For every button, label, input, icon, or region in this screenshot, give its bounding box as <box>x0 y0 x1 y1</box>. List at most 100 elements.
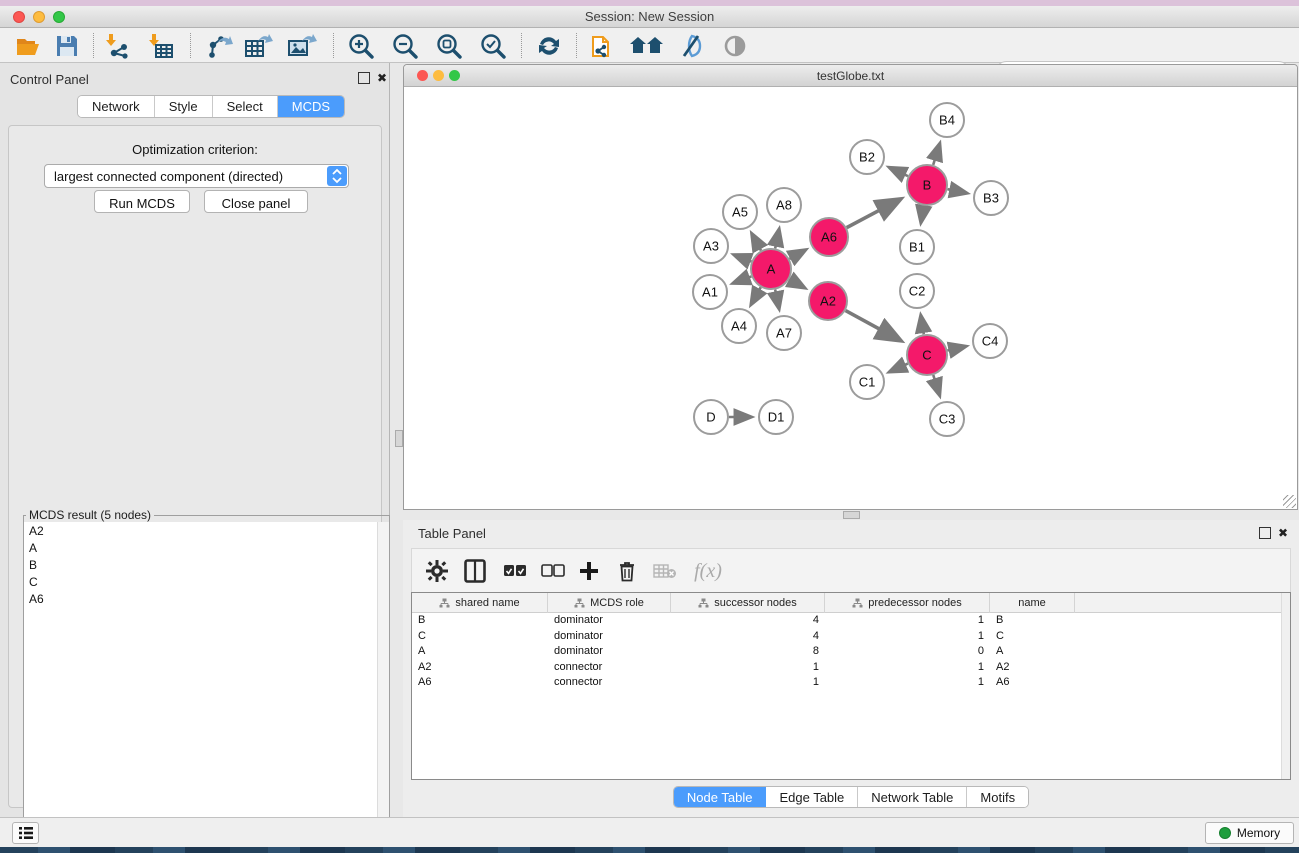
node-D[interactable]: D <box>694 400 728 434</box>
export-image-button[interactable] <box>283 31 321 60</box>
edge-B-B3[interactable] <box>948 189 967 193</box>
select-all-button[interactable] <box>498 556 532 586</box>
table-cell[interactable]: 8 <box>671 644 825 660</box>
edge-C-C4[interactable] <box>947 346 965 350</box>
node-C1[interactable]: C1 <box>850 365 884 399</box>
edge-A-A6[interactable] <box>789 250 805 259</box>
table-cell[interactable]: A <box>412 644 548 660</box>
refresh-view-button[interactable] <box>530 31 568 60</box>
close-table-panel-icon[interactable]: ✖ <box>1277 527 1289 539</box>
table-cell[interactable]: 0 <box>825 644 990 660</box>
mcds-result-item[interactable]: A2 <box>24 522 389 539</box>
table-settings-button[interactable] <box>420 556 454 586</box>
table-cell[interactable]: 1 <box>825 629 990 645</box>
table-row[interactable]: Bdominator41B <box>412 613 1290 629</box>
column-header-predecessor-nodes[interactable]: predecessor nodes <box>825 593 990 613</box>
table-row[interactable]: A6connector11A6 <box>412 675 1290 691</box>
edge-C-C2[interactable] <box>921 316 924 335</box>
node-A8[interactable]: A8 <box>767 188 801 222</box>
network-canvas[interactable]: B4B2BB3A8A5A6A3B1AA1C2A2A4A7C4CC1DD1C3 <box>404 87 1297 509</box>
float-table-panel-icon[interactable] <box>1259 527 1271 539</box>
node-B[interactable]: B <box>907 165 947 205</box>
table-row[interactable]: Cdominator41C <box>412 629 1290 645</box>
export-table-button[interactable] <box>240 31 278 60</box>
table-scrollbar[interactable] <box>1281 593 1290 779</box>
node-B2[interactable]: B2 <box>850 140 884 174</box>
table-cell[interactable]: dominator <box>548 629 671 645</box>
column-header-shared-name[interactable]: shared name <box>412 593 548 613</box>
mcds-result-list[interactable]: A2ABCA6 <box>24 522 389 853</box>
table-cell[interactable]: dominator <box>548 644 671 660</box>
edge-A-A8[interactable] <box>775 229 779 248</box>
table-cell[interactable]: dominator <box>548 613 671 629</box>
node-A7[interactable]: A7 <box>767 316 801 350</box>
table-cell[interactable]: 1 <box>671 660 825 676</box>
table-row[interactable]: A2connector11A2 <box>412 660 1290 676</box>
node-A1[interactable]: A1 <box>693 275 727 309</box>
node-C2[interactable]: C2 <box>900 274 934 308</box>
clone-network-button[interactable] <box>584 31 622 60</box>
import-network-button[interactable] <box>99 31 137 60</box>
node-C3[interactable]: C3 <box>930 402 964 436</box>
table-row[interactable]: Adominator80A <box>412 644 1290 660</box>
tab-motifs[interactable]: Motifs <box>967 787 1028 807</box>
table-cell[interactable]: 1 <box>825 660 990 676</box>
table-cell[interactable]: A6 <box>412 675 548 691</box>
export-network-button[interactable] <box>200 31 238 60</box>
save-session-button[interactable] <box>48 31 86 60</box>
ndex-browse-button[interactable] <box>628 31 666 60</box>
task-history-button[interactable] <box>12 822 39 844</box>
node-C4[interactable]: C4 <box>973 324 1007 358</box>
zoom-out-button[interactable] <box>386 31 424 60</box>
table-cell[interactable]: 4 <box>671 613 825 629</box>
mcds-result-item[interactable]: B <box>24 556 389 573</box>
node-A4[interactable]: A4 <box>722 309 756 343</box>
edge-A2-C[interactable] <box>846 311 900 341</box>
tab-mcds[interactable]: MCDS <box>278 96 344 118</box>
table-cell[interactable]: 1 <box>825 613 990 629</box>
edge-A-A2[interactable] <box>789 279 804 288</box>
edge-B-B2[interactable] <box>889 167 907 176</box>
edge-C-C1[interactable] <box>890 364 908 372</box>
node-A5[interactable]: A5 <box>723 195 757 229</box>
column-header-MCDS-role[interactable]: MCDS role <box>548 593 671 613</box>
table-cell[interactable]: A2 <box>412 660 548 676</box>
table-cell[interactable]: B <box>990 613 1075 629</box>
table-cell[interactable]: 4 <box>671 629 825 645</box>
delete-columns-button[interactable] <box>610 556 644 586</box>
table-cell[interactable]: 1 <box>671 675 825 691</box>
function-builder-button[interactable]: f(x) <box>686 556 730 586</box>
tab-select[interactable]: Select <box>213 96 278 118</box>
optimization-criterion-select[interactable]: largest connected component (directed) <box>44 164 349 188</box>
tab-network[interactable]: Network <box>78 96 155 118</box>
show-columns-button[interactable] <box>458 556 492 586</box>
edge-A-A1[interactable] <box>733 276 751 283</box>
table-cell[interactable]: connector <box>548 675 671 691</box>
node-D1[interactable]: D1 <box>759 400 793 434</box>
window-resize-grip[interactable] <box>1283 495 1296 508</box>
close-panel-button[interactable]: Close panel <box>204 190 308 213</box>
node-B1[interactable]: B1 <box>900 230 934 264</box>
toggle-annotations-button[interactable] <box>672 31 710 60</box>
mcds-result-item[interactable]: C <box>24 573 389 590</box>
edge-B-B1[interactable] <box>921 206 924 223</box>
edge-C-C3[interactable] <box>933 375 939 395</box>
tab-edge-table[interactable]: Edge Table <box>766 787 858 807</box>
table-cell[interactable]: A2 <box>990 660 1075 676</box>
column-header-name[interactable]: name <box>990 593 1075 613</box>
edge-A6-B[interactable] <box>847 199 900 227</box>
unselect-all-button[interactable] <box>536 556 570 586</box>
node-B3[interactable]: B3 <box>974 181 1008 215</box>
tab-network-table[interactable]: Network Table <box>858 787 967 807</box>
node-B4[interactable]: B4 <box>930 103 964 137</box>
table-cell[interactable]: A <box>990 644 1075 660</box>
table-cell[interactable]: C <box>412 629 548 645</box>
import-table-button[interactable] <box>142 31 180 60</box>
tab-node-table[interactable]: Node Table <box>674 787 767 807</box>
edge-A-A3[interactable] <box>734 255 751 262</box>
zoom-fit-button[interactable] <box>430 31 468 60</box>
column-header-successor-nodes[interactable]: successor nodes <box>671 593 825 613</box>
network-graph[interactable]: B4B2BB3A8A5A6A3B1AA1C2A2A4A7C4CC1DD1C3 <box>404 87 1297 509</box>
tab-style[interactable]: Style <box>155 96 213 118</box>
edge-A-A4[interactable] <box>751 287 761 304</box>
